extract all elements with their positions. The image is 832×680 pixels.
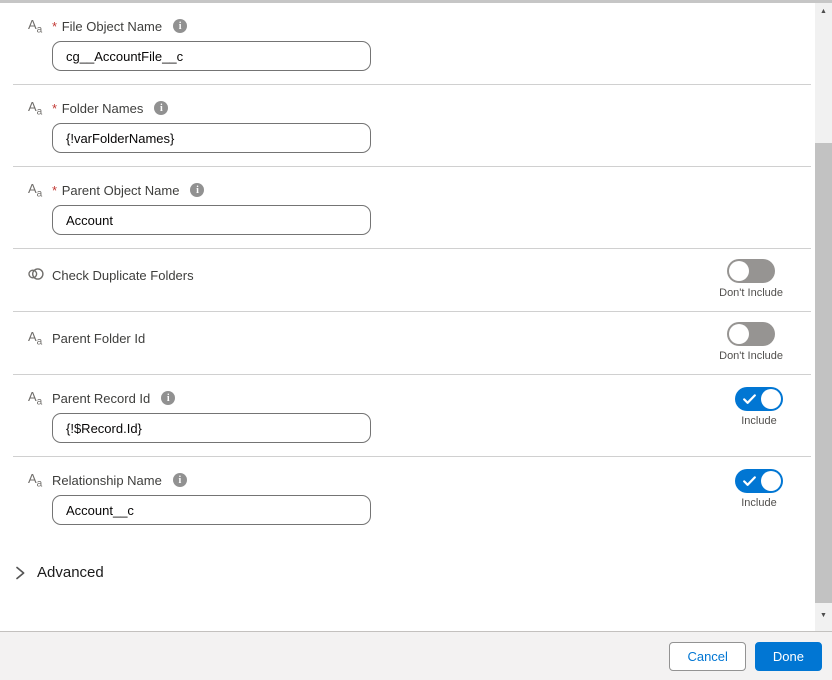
field-row-parent-object-name: Aa * Parent Object Name i	[13, 167, 811, 249]
toggle-knob	[729, 324, 749, 344]
text-type-icon: Aa	[28, 471, 43, 490]
field-label-line: Aa * Parent Object Name i	[28, 181, 811, 199]
info-icon[interactable]: i	[173, 19, 187, 33]
vertical-scrollbar: ▲ ▼	[815, 3, 832, 631]
field-label: Parent Folder Id	[52, 331, 145, 346]
parent-record-id-toggle[interactable]	[735, 387, 783, 411]
field-label-line: Aa * Folder Names i	[28, 99, 811, 117]
toggle-block: Include	[735, 469, 783, 509]
toggle-caption: Include	[735, 497, 783, 509]
required-marker: *	[52, 19, 57, 34]
field-row-relationship-name: Aa Relationship Name i Include	[13, 457, 811, 538]
toggle-knob	[761, 471, 781, 491]
folder-names-input[interactable]	[52, 123, 371, 153]
field-row-parent-record-id: Aa Parent Record Id i Include	[13, 375, 811, 457]
info-icon[interactable]: i	[190, 183, 204, 197]
form-scroll-area: Aa * File Object Name i Aa * Folder Name…	[0, 3, 815, 631]
scroll-up-arrow-icon[interactable]: ▲	[815, 4, 832, 19]
field-label: * Folder Names	[52, 101, 143, 116]
toggle-row-parent-folder-id: Aa Parent Folder Id Don't Include	[13, 312, 811, 375]
advanced-section-expander[interactable]: Advanced	[14, 564, 104, 581]
field-label-line: Aa Parent Record Id i	[28, 389, 811, 407]
toggle-caption: Don't Include	[719, 287, 783, 299]
field-label: Check Duplicate Folders	[52, 268, 194, 283]
field-label: Parent Record Id	[52, 391, 150, 406]
field-row-folder-names: Aa * Folder Names i	[13, 85, 811, 167]
field-row-file-object-name: Aa * File Object Name i	[13, 3, 811, 85]
field-label-line: Aa Parent Folder Id	[28, 329, 811, 347]
scroll-down-arrow-icon[interactable]: ▼	[815, 608, 832, 623]
cancel-button[interactable]: Cancel	[669, 642, 745, 671]
info-icon[interactable]: i	[161, 391, 175, 405]
parent-record-id-input[interactable]	[52, 413, 371, 443]
flow-config-panel: Aa * File Object Name i Aa * Folder Name…	[0, 0, 832, 680]
parent-folder-id-toggle[interactable]	[727, 322, 775, 346]
parent-object-name-input[interactable]	[52, 205, 371, 235]
toggle-knob	[729, 261, 749, 281]
advanced-label: Advanced	[37, 564, 104, 581]
toggle-caption: Don't Include	[719, 350, 783, 362]
text-type-icon: Aa	[28, 17, 43, 36]
text-type-icon: Aa	[28, 99, 43, 118]
toggle-block: Don't Include	[719, 322, 783, 362]
boolean-type-icon	[28, 267, 43, 284]
file-object-name-input[interactable]	[52, 41, 371, 71]
toggle-knob	[761, 389, 781, 409]
relationship-name-input[interactable]	[52, 495, 371, 525]
field-label-line: Check Duplicate Folders	[28, 266, 811, 284]
text-type-icon: Aa	[28, 181, 43, 200]
check-duplicate-folders-toggle[interactable]	[727, 259, 775, 283]
check-icon	[743, 476, 756, 487]
field-label-line: Aa Relationship Name i	[28, 471, 811, 489]
scrollbar-thumb[interactable]	[815, 143, 832, 603]
required-marker: *	[52, 183, 57, 198]
text-type-icon: Aa	[28, 329, 43, 348]
info-icon[interactable]: i	[173, 473, 187, 487]
field-label: * Parent Object Name	[52, 183, 179, 198]
check-icon	[743, 394, 756, 405]
field-label: Relationship Name	[52, 473, 162, 488]
done-button[interactable]: Done	[755, 642, 822, 671]
toggle-block: Include	[735, 387, 783, 427]
required-marker: *	[52, 101, 57, 116]
toggle-row-check-duplicate-folders: Check Duplicate Folders Don't Include	[13, 249, 811, 312]
field-label: * File Object Name	[52, 19, 162, 34]
top-divider	[0, 0, 832, 3]
relationship-name-toggle[interactable]	[735, 469, 783, 493]
toggle-block: Don't Include	[719, 259, 783, 299]
chevron-right-icon	[14, 566, 26, 580]
toggle-caption: Include	[735, 415, 783, 427]
text-type-icon: Aa	[28, 389, 43, 408]
modal-footer: Cancel Done	[0, 631, 832, 680]
field-label-line: Aa * File Object Name i	[28, 17, 811, 35]
info-icon[interactable]: i	[154, 101, 168, 115]
